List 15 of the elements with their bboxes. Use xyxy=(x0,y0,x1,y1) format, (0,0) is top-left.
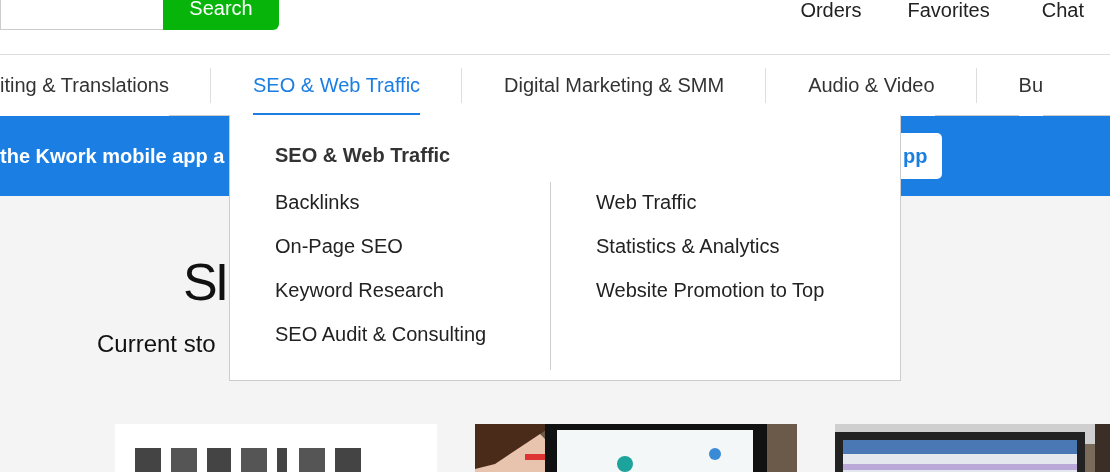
menu-item[interactable]: Keyword Research xyxy=(275,276,550,304)
page-subtitle: Current sto xyxy=(97,329,216,359)
header-link[interactable]: Orders xyxy=(800,0,862,20)
page-heading: SI xyxy=(183,256,227,308)
menu-item[interactable]: SEO Audit & Consulting xyxy=(275,320,550,348)
menu-item[interactable]: Backlinks xyxy=(275,188,550,216)
menu-item[interactable]: On-Page SEO xyxy=(275,232,550,260)
header-link[interactable]: Chat xyxy=(1041,0,1084,20)
app-button[interactable]: pp xyxy=(900,133,942,179)
menu-item[interactable]: Statistics & Analytics xyxy=(596,232,870,260)
menu-heading: SEO & Web Traffic xyxy=(275,143,452,168)
banner-text: the Kwork mobile app a xyxy=(0,144,225,169)
menu-item[interactable]: Web Traffic xyxy=(596,188,870,216)
header-link[interactable]: Favorites xyxy=(907,0,990,20)
menu-item[interactable]: Website Promotion to Top xyxy=(596,276,870,304)
